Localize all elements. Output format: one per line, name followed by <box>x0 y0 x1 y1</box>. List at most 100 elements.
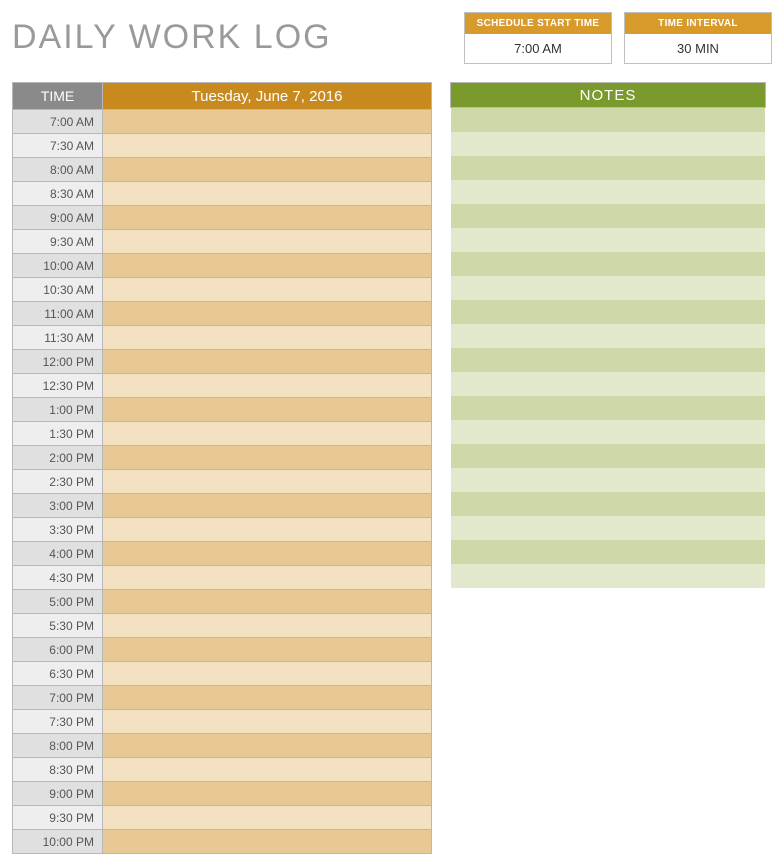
schedule-body: 7:00 AM7:30 AM8:00 AM8:30 AM9:00 AM9:30 … <box>13 109 431 853</box>
note-row[interactable] <box>451 444 765 468</box>
slot-entry-cell[interactable] <box>103 326 431 349</box>
slot-entry-cell[interactable] <box>103 134 431 157</box>
note-row[interactable] <box>451 156 765 180</box>
slot-time-label: 3:00 PM <box>13 494 103 517</box>
slot-entry-cell[interactable] <box>103 446 431 469</box>
slot-time-label: 6:30 PM <box>13 662 103 685</box>
slot-entry-cell[interactable] <box>103 830 431 853</box>
slot-entry-cell[interactable] <box>103 686 431 709</box>
schedule-row: 9:30 AM <box>13 229 431 253</box>
slot-entry-cell[interactable] <box>103 662 431 685</box>
slot-time-label: 7:00 AM <box>13 110 103 133</box>
schedule-row: 4:00 PM <box>13 541 431 565</box>
note-row[interactable] <box>451 276 765 300</box>
schedule-row: 8:00 PM <box>13 733 431 757</box>
slot-time-label: 4:30 PM <box>13 566 103 589</box>
slot-entry-cell[interactable] <box>103 806 431 829</box>
slot-entry-cell[interactable] <box>103 758 431 781</box>
note-row[interactable] <box>451 492 765 516</box>
slot-time-label: 3:30 PM <box>13 518 103 541</box>
main-row: TIME Tuesday, June 7, 2016 7:00 AM7:30 A… <box>12 82 772 854</box>
note-row[interactable] <box>451 372 765 396</box>
schedule-row: 3:30 PM <box>13 517 431 541</box>
note-row[interactable] <box>451 132 765 156</box>
schedule-row: 9:30 PM <box>13 805 431 829</box>
notes-header: NOTES <box>450 82 766 108</box>
slot-entry-cell[interactable] <box>103 422 431 445</box>
schedule-row: 6:00 PM <box>13 637 431 661</box>
slot-entry-cell[interactable] <box>103 206 431 229</box>
note-row[interactable] <box>451 324 765 348</box>
note-row[interactable] <box>451 204 765 228</box>
slot-entry-cell[interactable] <box>103 638 431 661</box>
slot-time-label: 7:30 AM <box>13 134 103 157</box>
slot-entry-cell[interactable] <box>103 350 431 373</box>
slot-entry-cell[interactable] <box>103 542 431 565</box>
slot-entry-cell[interactable] <box>103 614 431 637</box>
interval-box: TIME INTERVAL 30 MIN <box>624 12 772 64</box>
slot-time-label: 4:00 PM <box>13 542 103 565</box>
slot-entry-cell[interactable] <box>103 254 431 277</box>
schedule-row: 12:30 PM <box>13 373 431 397</box>
schedule-row: 2:00 PM <box>13 445 431 469</box>
slot-entry-cell[interactable] <box>103 302 431 325</box>
slot-entry-cell[interactable] <box>103 182 431 205</box>
note-row[interactable] <box>451 252 765 276</box>
slot-time-label: 12:30 PM <box>13 374 103 397</box>
start-time-label: SCHEDULE START TIME <box>465 13 611 34</box>
slot-time-label: 9:30 AM <box>13 230 103 253</box>
interval-value[interactable]: 30 MIN <box>625 34 771 63</box>
slot-entry-cell[interactable] <box>103 398 431 421</box>
slot-time-label: 7:00 PM <box>13 686 103 709</box>
slot-entry-cell[interactable] <box>103 230 431 253</box>
slot-entry-cell[interactable] <box>103 470 431 493</box>
slot-time-label: 9:30 PM <box>13 806 103 829</box>
schedule-row: 10:30 AM <box>13 277 431 301</box>
slot-time-label: 2:00 PM <box>13 446 103 469</box>
start-time-value[interactable]: 7:00 AM <box>465 34 611 63</box>
schedule-row: 7:00 AM <box>13 109 431 133</box>
note-row[interactable] <box>451 396 765 420</box>
note-row[interactable] <box>451 348 765 372</box>
slot-time-label: 5:30 PM <box>13 614 103 637</box>
slot-entry-cell[interactable] <box>103 590 431 613</box>
slot-entry-cell[interactable] <box>103 710 431 733</box>
slot-time-label: 1:30 PM <box>13 422 103 445</box>
slot-time-label: 11:30 AM <box>13 326 103 349</box>
schedule-row: 5:00 PM <box>13 589 431 613</box>
interval-label: TIME INTERVAL <box>625 13 771 34</box>
slot-entry-cell[interactable] <box>103 158 431 181</box>
slot-entry-cell[interactable] <box>103 494 431 517</box>
note-row[interactable] <box>451 468 765 492</box>
time-column-header: TIME <box>13 83 103 109</box>
schedule-row: 2:30 PM <box>13 469 431 493</box>
slot-entry-cell[interactable] <box>103 734 431 757</box>
note-row[interactable] <box>451 540 765 564</box>
schedule-row: 10:00 AM <box>13 253 431 277</box>
start-time-box: SCHEDULE START TIME 7:00 AM <box>464 12 612 64</box>
slot-time-label: 5:00 PM <box>13 590 103 613</box>
note-row[interactable] <box>451 420 765 444</box>
schedule-row: 7:00 PM <box>13 685 431 709</box>
schedule-row: 11:30 AM <box>13 325 431 349</box>
schedule-row: 5:30 PM <box>13 613 431 637</box>
slot-time-label: 10:00 AM <box>13 254 103 277</box>
note-row[interactable] <box>451 108 765 132</box>
slot-time-label: 6:00 PM <box>13 638 103 661</box>
note-row[interactable] <box>451 300 765 324</box>
slot-entry-cell[interactable] <box>103 566 431 589</box>
slot-entry-cell[interactable] <box>103 278 431 301</box>
slot-time-label: 12:00 PM <box>13 350 103 373</box>
slot-entry-cell[interactable] <box>103 782 431 805</box>
slot-time-label: 11:00 AM <box>13 302 103 325</box>
config-boxes: SCHEDULE START TIME 7:00 AM TIME INTERVA… <box>464 12 772 64</box>
slot-time-label: 1:00 PM <box>13 398 103 421</box>
slot-entry-cell[interactable] <box>103 518 431 541</box>
slot-entry-cell[interactable] <box>103 374 431 397</box>
note-row[interactable] <box>451 564 765 588</box>
note-row[interactable] <box>451 180 765 204</box>
schedule-table: TIME Tuesday, June 7, 2016 7:00 AM7:30 A… <box>12 82 432 854</box>
slot-entry-cell[interactable] <box>103 110 431 133</box>
note-row[interactable] <box>451 228 765 252</box>
note-row[interactable] <box>451 516 765 540</box>
